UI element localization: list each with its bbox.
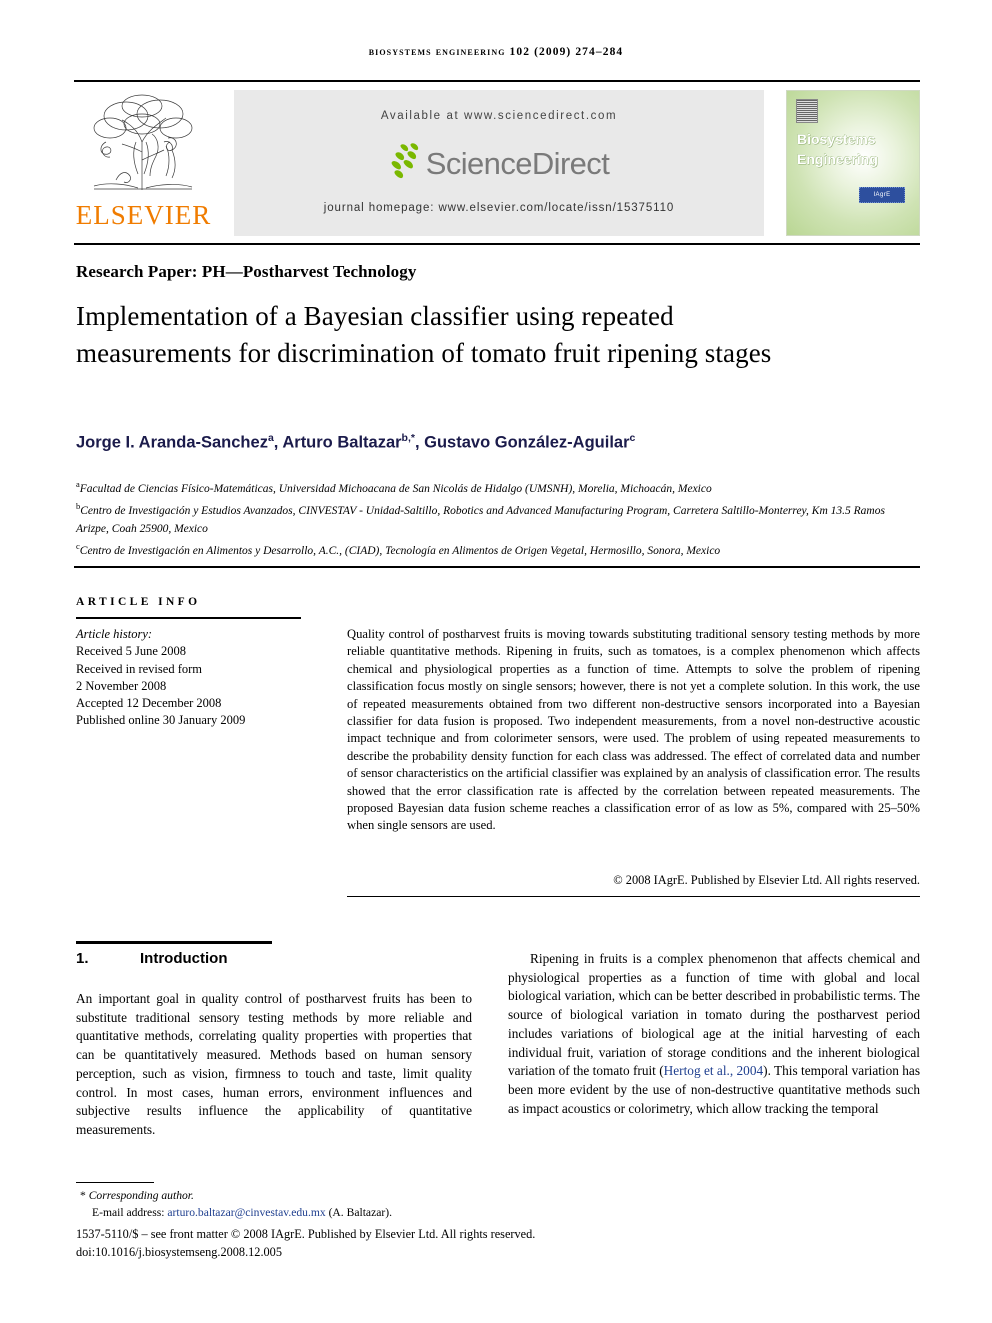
cover-journal-title: Biosystems Engineering	[797, 131, 878, 167]
sciencedirect-logo: ScienceDirect	[234, 141, 764, 188]
elsevier-tree-icon	[80, 90, 206, 202]
affiliation-marker: a	[76, 479, 80, 489]
corresponding-author-line: * Corresponding author.	[76, 1188, 676, 1205]
article-history-line: 2 November 2008	[76, 678, 167, 693]
page-title: Implementation of a Bayesian classifier …	[76, 301, 772, 368]
affiliation-item: aFacultad de Ciencias Físico-Matemáticas…	[76, 479, 712, 495]
sciencedirect-wordmark: ScienceDirect	[425, 146, 610, 181]
issn-line: 1537-5110/$ – see front matter © 2008 IA…	[76, 1227, 536, 1241]
paper-kicker: Research Paper: PH—Postharvest Technolog…	[76, 262, 417, 281]
article-info-rule	[76, 617, 301, 619]
email-owner: (A. Baltazar).	[325, 1205, 392, 1219]
cover-society-badge: IAgrE	[859, 187, 905, 203]
header-rule-top	[74, 80, 920, 82]
cover-emblem-icon	[796, 99, 818, 123]
corresponding-author-text: Corresponding author.	[88, 1189, 194, 1202]
body-column-right: Ripening in fruits is a complex phenomen…	[508, 951, 921, 1116]
article-history: Article history: Received 5 June 2008 Rece…	[76, 626, 316, 730]
affiliation-item: cCentro de Investigación en Alimentos y …	[76, 541, 721, 557]
section-number: 1.	[76, 950, 89, 967]
affiliation-marker: c	[76, 541, 80, 552]
journal-cover-thumbnail: Biosystems Engineering IAgrE	[786, 90, 920, 236]
affiliation-marker: b	[76, 501, 81, 512]
journal-homepage-text: journal homepage: www.elsevier.com/locat…	[323, 202, 675, 214]
corresponding-marker: *	[80, 1189, 86, 1202]
abstract-copyright: © 2008 IAgrE. Published by Elsevier Ltd.…	[613, 873, 920, 887]
section-rule	[76, 941, 272, 944]
sciencedirect-leaves-icon	[389, 141, 423, 184]
elsevier-logo: ELSEVIER	[74, 88, 213, 238]
email-line: E-mail address: arturo.baltazar@cinvesta…	[76, 1205, 676, 1222]
email-label: E-mail address:	[92, 1205, 168, 1219]
journal-masthead: ELSEVIER Available at www.sciencedirect.…	[74, 88, 920, 238]
abstract-rule-top	[74, 566, 920, 568]
article-history-line: Received in revised form	[76, 661, 202, 676]
footnote-block: * Corresponding author. E-mail address: a…	[76, 1188, 676, 1221]
abstract-rule-bottom	[347, 896, 920, 897]
paper-page: Biosystems Engineering 102 (2009) 274–28…	[0, 0, 992, 1323]
sciencedirect-logo-inner: ScienceDirect	[389, 141, 610, 188]
footnote-rule	[76, 1182, 154, 1183]
body-column-left: An important goal in quality control of …	[76, 991, 472, 1137]
running-head: Biosystems Engineering 102 (2009) 274–28…	[368, 46, 624, 58]
citation-link[interactable]: Hertog et al., 2004	[664, 1063, 763, 1078]
section-title: Introduction	[140, 950, 228, 967]
affiliation-item: bCentro de Investigación y Estudios Avan…	[76, 501, 885, 535]
imprint-block: 1537-5110/$ – see front matter © 2008 IA…	[76, 1226, 776, 1261]
article-history-line: Received 5 June 2008	[76, 644, 187, 659]
sciencedirect-band: Available at www.sciencedirect.com Scien…	[234, 90, 764, 236]
article-history-line: Published online 30 January 2009	[76, 713, 246, 728]
author-list: Jorge I. Aranda-Sancheza, Arturo Baltaza…	[76, 432, 636, 452]
email-link[interactable]: arturo.baltazar@cinvestav.edu.mx	[167, 1206, 325, 1219]
doi-line: doi:10.1016/j.biosystemseng.2008.12.005	[76, 1244, 282, 1259]
header-rule-bottom	[74, 243, 920, 245]
available-at-text: Available at www.sciencedirect.com	[380, 110, 618, 122]
article-info-heading: ARTICLE INFO	[76, 596, 201, 608]
elsevier-tree-svg	[93, 94, 193, 190]
article-history-label: Article history:	[76, 627, 153, 641]
article-history-line: Accepted 12 December 2008	[76, 696, 222, 711]
affiliation-list: aFacultad de Ciencias Físico-Matemáticas…	[76, 476, 906, 560]
abstract-text: Quality control of postharvest fruits is…	[347, 627, 920, 833]
elsevier-wordmark: ELSEVIER	[75, 200, 212, 230]
